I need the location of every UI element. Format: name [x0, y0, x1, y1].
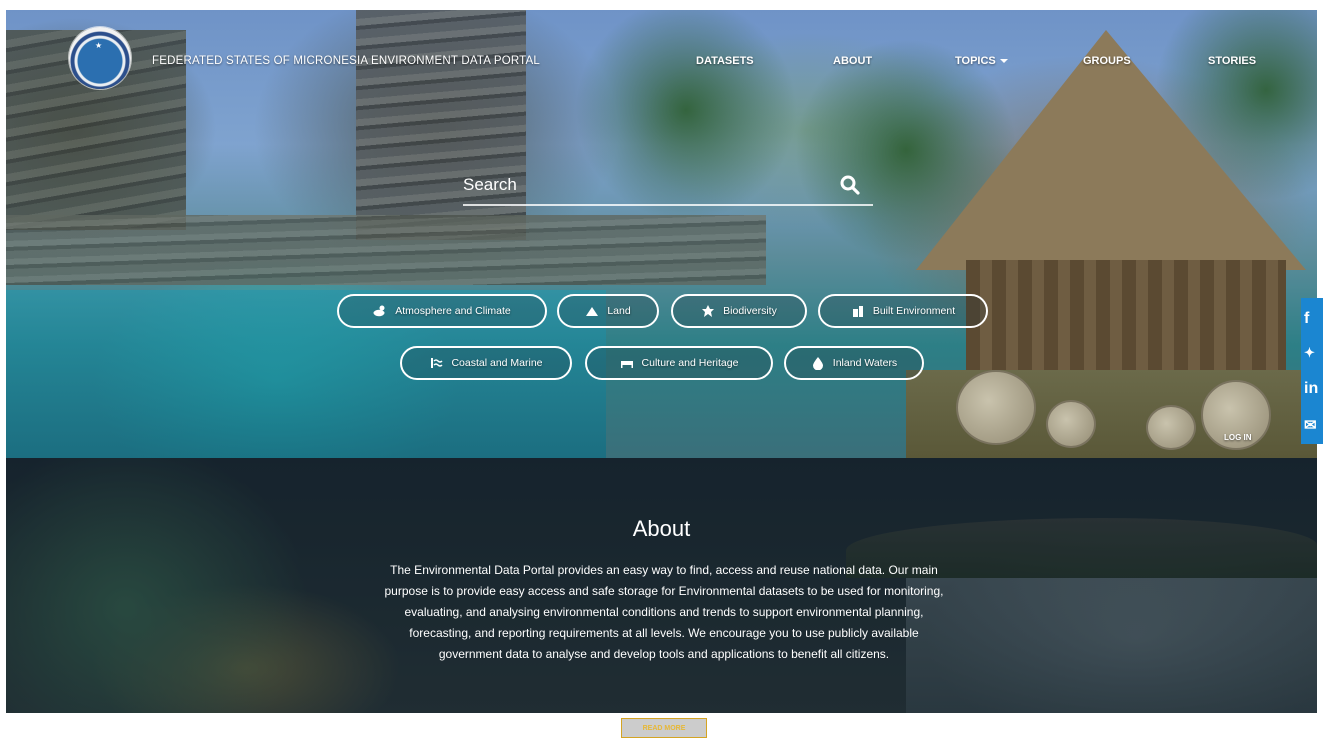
- nav-topics-label: TOPICS: [955, 55, 996, 67]
- mountain-icon: [586, 307, 599, 316]
- bed-icon: [620, 361, 633, 368]
- topic-label: Biodiversity: [723, 305, 777, 317]
- stone-wall-image: [6, 215, 766, 285]
- topic-label: Culture and Heritage: [641, 357, 739, 369]
- caret-down-icon: [999, 59, 1008, 64]
- linkedin-icon[interactable]: in: [1301, 372, 1323, 406]
- stone-money-image: [956, 370, 1036, 445]
- stone-money-image: [1046, 400, 1096, 448]
- cloud-sun-icon: [373, 305, 385, 317]
- read-more-button[interactable]: READ MORE: [621, 718, 707, 738]
- nav-groups[interactable]: GROUPS: [1083, 55, 1131, 67]
- search-icon[interactable]: [839, 174, 861, 196]
- twitter-icon[interactable]: ✦: [1301, 336, 1323, 370]
- login-link[interactable]: LOG IN: [1224, 433, 1252, 442]
- topic-label: Atmosphere and Climate: [395, 305, 511, 317]
- topic-inland-waters[interactable]: Inland Waters: [784, 346, 924, 380]
- photo-credit-left: Becky Schott, LiquidProductions.com: [32, 713, 165, 722]
- nav-datasets[interactable]: DATASETS: [696, 55, 754, 67]
- hero-banner: [6, 10, 1317, 458]
- topic-biodiversity[interactable]: Biodiversity: [671, 294, 807, 328]
- leaf-icon: [702, 305, 715, 317]
- topic-land[interactable]: Land: [557, 294, 659, 328]
- topic-label: Built Environment: [872, 305, 956, 317]
- waves-icon: [431, 358, 443, 368]
- search-input[interactable]: [463, 168, 823, 202]
- about-description: The Environmental Data Portal provides a…: [384, 563, 944, 661]
- topic-built-environment[interactable]: Built Environment: [818, 294, 988, 328]
- stone-money-image: [1146, 405, 1196, 450]
- topic-label: Coastal and Marine: [451, 357, 543, 369]
- facebook-icon[interactable]: f: [1301, 302, 1323, 336]
- water-drop-icon: [812, 357, 823, 370]
- email-icon[interactable]: ✉: [1301, 408, 1323, 442]
- search-bar: [463, 166, 873, 206]
- star-icon: ★: [95, 41, 103, 50]
- topic-culture-heritage[interactable]: Culture and Heritage: [585, 346, 773, 380]
- site-logo[interactable]: ★: [69, 27, 131, 89]
- site-title[interactable]: FEDERATED STATES OF MICRONESIA ENVIRONME…: [152, 55, 540, 67]
- nav-topics[interactable]: TOPICS: [955, 55, 1008, 67]
- building-icon: [852, 306, 863, 317]
- nav-stories[interactable]: STORIES: [1208, 55, 1256, 67]
- topic-atmosphere-climate[interactable]: Atmosphere and Climate: [337, 294, 547, 328]
- about-title: About: [632, 516, 691, 541]
- photo-credit-right: Photo credit to Dominic Treadwell (FSM): [1134, 713, 1278, 722]
- topic-coastal-marine[interactable]: Coastal and Marine: [400, 346, 572, 380]
- nav-about[interactable]: ABOUT: [833, 55, 872, 67]
- topic-label: Inland Waters: [832, 357, 898, 369]
- topic-label: Land: [607, 305, 631, 317]
- social-sidebar: f ✦ in ✉: [1301, 298, 1323, 444]
- hut-image: [966, 260, 1286, 380]
